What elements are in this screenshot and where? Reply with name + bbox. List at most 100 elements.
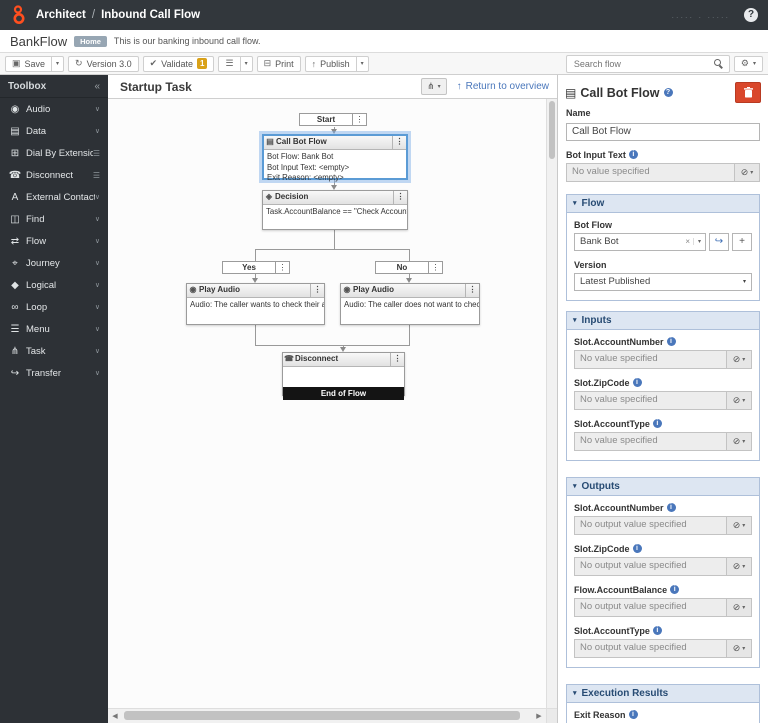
toolbox-item-transfer[interactable]: ↪ Transfer ∨ bbox=[0, 362, 108, 384]
toolbox-item-dial-by-extension[interactable]: ⊞Dial By Extension☰ bbox=[0, 142, 108, 164]
play-audio-no-node[interactable]: ◉ Play Audio ⋮ Audio: The caller does no… bbox=[340, 283, 480, 325]
value-mode-button[interactable]: ⊘ ▾ bbox=[726, 557, 751, 575]
toolbox-item-external-contacts[interactable]: A External Contacts ∨ bbox=[0, 186, 108, 208]
execution-results-header[interactable]: ▾ Execution Results bbox=[567, 684, 759, 703]
toolbox-item-menu[interactable]: ☰ Menu ∨ bbox=[0, 318, 108, 340]
value-mode-button[interactable]: ⊘ ▾ bbox=[726, 639, 751, 657]
drag-handle-icon[interactable]: ☰ bbox=[93, 171, 100, 180]
canvas-vertical-scrollbar[interactable] bbox=[546, 99, 557, 708]
info-icon[interactable]: i bbox=[666, 337, 676, 346]
add-flow-button[interactable]: + bbox=[732, 232, 752, 251]
value-mode-button[interactable]: ⊘ ▾ bbox=[726, 391, 751, 409]
collapse-toolbox-icon[interactable]: « bbox=[94, 81, 100, 92]
chevron-down-icon[interactable]: ∨ bbox=[95, 259, 100, 267]
input-value-field[interactable]: No value specified ⊘ ▾ bbox=[574, 349, 752, 369]
scroll-right-icon[interactable]: ▶ bbox=[532, 712, 546, 720]
node-menu-icon[interactable]: ⋮ bbox=[393, 191, 407, 204]
outputs-section-header[interactable]: ▾ Outputs bbox=[567, 477, 759, 496]
drag-handle-icon[interactable]: ☰ bbox=[93, 149, 100, 158]
disconnect-node[interactable]: ☎ Disconnect ⋮ End of Flow bbox=[282, 352, 405, 400]
toolbox-item-flow[interactable]: ⇄ Flow ∨ bbox=[0, 230, 108, 252]
toolbox-item-audio[interactable]: ◉ Audio ∨ bbox=[0, 98, 108, 120]
chevron-down-icon[interactable]: ∨ bbox=[95, 369, 100, 377]
node-menu-icon[interactable]: ⋮ bbox=[310, 284, 324, 297]
chevron-down-icon[interactable]: ∨ bbox=[95, 237, 100, 245]
node-menu-icon[interactable]: ⋮ bbox=[392, 136, 406, 149]
chevron-down-icon[interactable]: ∨ bbox=[95, 215, 100, 223]
bot-flow-combobox[interactable]: Bank Bot × ▾ bbox=[574, 232, 706, 251]
hierarchy-view-button[interactable]: ⋔ ▾ bbox=[421, 78, 447, 95]
node-menu-icon[interactable]: ⋮ bbox=[275, 262, 289, 273]
toolbox-item-data[interactable]: ▤ Data ∨ bbox=[0, 120, 108, 142]
open-flow-button[interactable]: ↪ bbox=[709, 232, 729, 251]
list-view-menu-button[interactable]: ▾ bbox=[240, 55, 253, 72]
chevron-down-icon[interactable]: ∨ bbox=[95, 281, 100, 289]
publish-menu-button[interactable]: ▾ bbox=[356, 55, 369, 72]
info-icon[interactable]: i bbox=[670, 585, 680, 594]
info-icon[interactable]: i bbox=[652, 626, 662, 635]
info-icon[interactable]: i bbox=[666, 503, 676, 512]
breadcrumb-app[interactable]: Architect bbox=[36, 9, 86, 21]
call-bot-flow-node[interactable]: ▤ Call Bot Flow ⋮ Bot Flow: Bank Bot Bot… bbox=[262, 134, 408, 182]
chevron-down-icon[interactable]: ∨ bbox=[95, 193, 100, 201]
version-button[interactable]: ↻ Version 3.0 bbox=[68, 55, 139, 72]
flow-section-header[interactable]: ▾ Flow bbox=[567, 194, 759, 213]
chevron-down-icon[interactable]: ▾ bbox=[692, 238, 705, 245]
toolbox-item-find[interactable]: ◫ Find ∨ bbox=[0, 208, 108, 230]
info-icon[interactable]: i bbox=[652, 419, 662, 428]
bot-input-text-field[interactable]: No value specified ⊘ ▾ bbox=[566, 162, 760, 182]
value-mode-button[interactable]: ⊘ ▾ bbox=[726, 598, 751, 616]
value-mode-button[interactable]: ⊘ ▾ bbox=[726, 516, 751, 534]
start-node[interactable]: Start ⋮ bbox=[299, 113, 367, 126]
canvas-settings-button[interactable]: ⚙ ▾ bbox=[733, 55, 763, 72]
search-icon[interactable] bbox=[713, 58, 724, 69]
chevron-down-icon[interactable]: ∨ bbox=[95, 325, 100, 333]
save-button[interactable]: ▣ Save bbox=[5, 55, 53, 72]
input-value-field[interactable]: No value specified ⊘ ▾ bbox=[574, 390, 752, 410]
print-button[interactable]: ⊟ Print bbox=[256, 55, 301, 72]
version-select[interactable]: Latest Published ▾ bbox=[574, 272, 752, 291]
value-mode-button[interactable]: ⊘ ▾ bbox=[726, 350, 751, 368]
scroll-left-icon[interactable]: ◀ bbox=[108, 712, 122, 720]
toolbox-item-task[interactable]: ⋔ Task ∨ bbox=[0, 340, 108, 362]
output-value-field[interactable]: No output value specified ⊘ ▾ bbox=[574, 515, 752, 535]
node-menu-icon[interactable]: ⋮ bbox=[352, 114, 366, 125]
output-value-field[interactable]: No output value specified ⊘ ▾ bbox=[574, 597, 752, 617]
scrollbar-thumb[interactable] bbox=[549, 101, 555, 159]
toolbox-item-loop[interactable]: ∞ Loop ∨ bbox=[0, 296, 108, 318]
chevron-down-icon[interactable]: ∨ bbox=[95, 127, 100, 135]
node-menu-icon[interactable]: ⋮ bbox=[465, 284, 479, 297]
info-icon[interactable]: i bbox=[632, 378, 642, 387]
chevron-down-icon[interactable]: ∨ bbox=[95, 105, 100, 113]
toolbox-item-logical[interactable]: ◆ Logical ∨ bbox=[0, 274, 108, 296]
no-branch-label[interactable]: No ⋮ bbox=[375, 261, 443, 274]
list-view-button[interactable]: ☰ bbox=[218, 55, 241, 72]
decision-node[interactable]: ◈ Decision ⋮ Task.AccountBalance == "Che… bbox=[262, 190, 408, 230]
return-to-overview-link[interactable]: ↑ Return to overview bbox=[457, 81, 549, 92]
canvas-horizontal-scrollbar[interactable]: ◀ ▶ bbox=[108, 708, 546, 723]
output-value-field[interactable]: No output value specified ⊘ ▾ bbox=[574, 638, 752, 658]
play-audio-yes-node[interactable]: ◉ Play Audio ⋮ Audio: The caller wants t… bbox=[186, 283, 325, 325]
toolbox-item-journey[interactable]: ⌖ Journey ∨ bbox=[0, 252, 108, 274]
info-icon[interactable]: i bbox=[628, 150, 638, 159]
delete-node-button[interactable] bbox=[735, 82, 761, 103]
value-mode-button[interactable]: ⊘ ▾ bbox=[734, 163, 759, 181]
validate-button[interactable]: ✔ Validate 1 bbox=[142, 55, 215, 72]
node-menu-icon[interactable]: ⋮ bbox=[390, 353, 404, 366]
search-input[interactable] bbox=[571, 57, 710, 70]
output-value-field[interactable]: No output value specified ⊘ ▾ bbox=[574, 556, 752, 576]
genesys-logo-icon[interactable] bbox=[10, 4, 26, 26]
input-value-field[interactable]: No value specified ⊘ ▾ bbox=[574, 431, 752, 451]
save-menu-button[interactable]: ▾ bbox=[52, 55, 65, 72]
name-input[interactable] bbox=[566, 122, 760, 141]
publish-button[interactable]: ↑ Publish bbox=[304, 55, 357, 72]
chevron-down-icon[interactable]: ∨ bbox=[95, 347, 100, 355]
scrollbar-thumb[interactable] bbox=[124, 711, 520, 720]
info-icon[interactable]: i bbox=[632, 544, 642, 553]
chevron-down-icon[interactable]: ∨ bbox=[95, 303, 100, 311]
help-icon[interactable]: ? bbox=[663, 88, 673, 97]
help-icon[interactable]: ? bbox=[744, 8, 758, 22]
toolbox-item-disconnect[interactable]: ☎ Disconnect ☰ bbox=[0, 164, 108, 186]
info-icon[interactable]: i bbox=[628, 710, 638, 719]
node-menu-icon[interactable]: ⋮ bbox=[428, 262, 442, 273]
